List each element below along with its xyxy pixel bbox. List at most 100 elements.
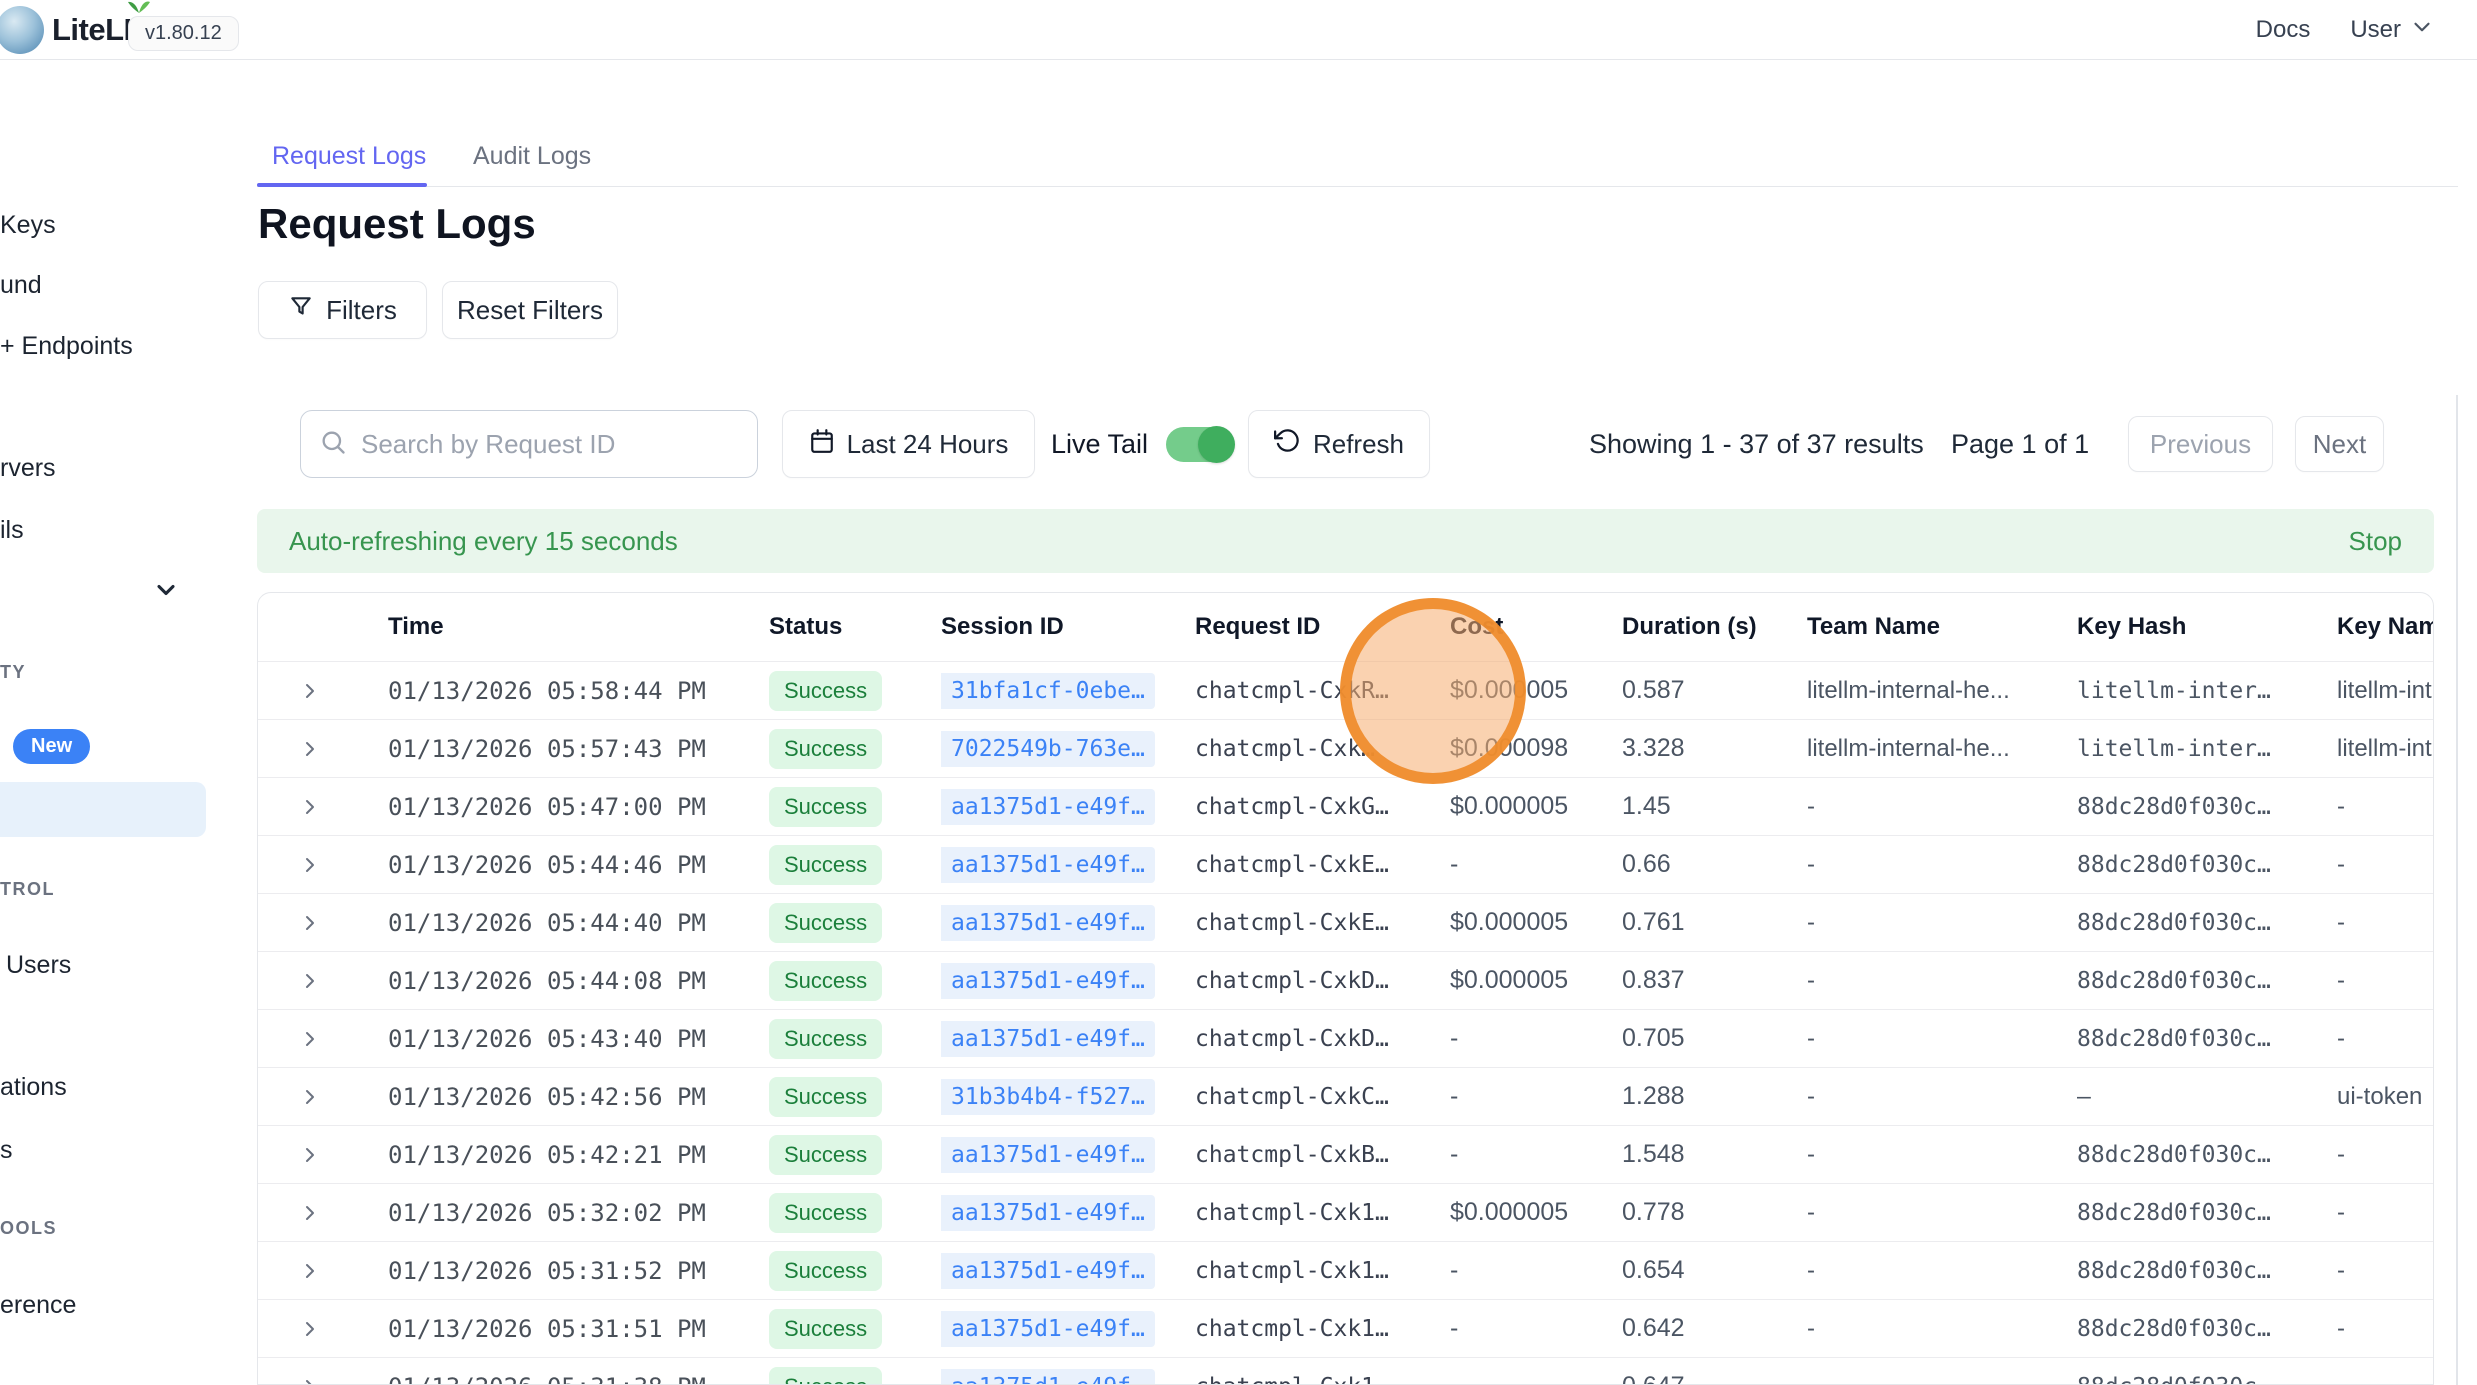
search-input[interactable]: [361, 429, 739, 460]
session-id-link[interactable]: 31bfa1cf-0ebe…: [941, 673, 1155, 709]
sidebar-item-organizations[interactable]: ations: [0, 1073, 67, 1102]
sidebar-item-keys[interactable]: Keys: [0, 211, 56, 240]
sidebar-item-playground[interactable]: und: [0, 271, 42, 300]
refresh-icon: [1274, 427, 1301, 461]
column-team-name: Team Name: [1807, 613, 2077, 641]
cell-session-id: aa1375d1-e49f…: [941, 789, 1195, 825]
table-row[interactable]: 01/13/2026 05:42:56 PM Success 31b3b4b4-…: [258, 1067, 2433, 1125]
previous-page-button[interactable]: Previous: [2128, 416, 2273, 472]
table-row[interactable]: 01/13/2026 05:31:51 PM Success aa1375d1-…: [258, 1299, 2433, 1357]
cell-team-name: litellm-internal-he...: [1807, 735, 2077, 763]
sidebar-item-guardrails[interactable]: ils: [0, 516, 24, 545]
cell-duration: 0.587: [1622, 676, 1807, 705]
sidebar-item-models-endpoints[interactable]: + Endpoints: [0, 332, 133, 361]
expand-row-icon[interactable]: [298, 737, 322, 761]
expand-row-icon[interactable]: [298, 1027, 322, 1051]
cell-cost: -: [1450, 1372, 1622, 1385]
session-id-link[interactable]: 7022549b-763e…: [941, 731, 1155, 767]
time-range-button[interactable]: Last 24 Hours: [782, 410, 1035, 478]
expand-row-icon[interactable]: [298, 1085, 322, 1109]
refresh-button[interactable]: Refresh: [1248, 410, 1430, 478]
filters-button[interactable]: Filters: [258, 281, 427, 339]
expand-row-icon[interactable]: [298, 1375, 322, 1385]
table-row[interactable]: 01/13/2026 05:58:44 PM Success 31bfa1cf-…: [258, 661, 2433, 719]
stop-auto-refresh-button[interactable]: Stop: [2349, 526, 2403, 557]
table-row[interactable]: 01/13/2026 05:44:46 PM Success aa1375d1-…: [258, 835, 2433, 893]
cell-cost: -: [1450, 1256, 1622, 1285]
session-id-link[interactable]: aa1375d1-e49f…: [941, 905, 1155, 941]
version-badge: v1.80.12: [128, 16, 239, 51]
session-id-link[interactable]: aa1375d1-e49f…: [941, 1137, 1155, 1173]
sidebar-item-api-reference[interactable]: erence: [0, 1291, 76, 1320]
status-badge: Success: [769, 1193, 882, 1233]
table-body: 01/13/2026 05:58:44 PM Success 31bfa1cf-…: [258, 661, 2433, 1385]
top-navbar: LiteLLM v1.80.12 Docs User: [0, 0, 2477, 60]
sidebar-item-teams[interactable]: s: [0, 1136, 13, 1165]
table-row[interactable]: 01/13/2026 05:57:43 PM Success 7022549b-…: [258, 719, 2433, 777]
cell-key-name: -: [2337, 793, 2434, 821]
cell-key-hash: 88dc28d0f030c…: [2077, 852, 2337, 878]
cell-time: 01/13/2026 05:31:38 PM: [388, 1373, 769, 1385]
expand-row-icon[interactable]: [298, 853, 322, 877]
cell-session-id: aa1375d1-e49f…: [941, 847, 1195, 883]
expand-row-icon[interactable]: [298, 969, 322, 993]
table-row[interactable]: 01/13/2026 05:31:52 PM Success aa1375d1-…: [258, 1241, 2433, 1299]
time-range-label: Last 24 Hours: [847, 429, 1009, 460]
session-id-link[interactable]: aa1375d1-e49f…: [941, 1253, 1155, 1289]
cell-cost: -: [1450, 1140, 1622, 1169]
cell-key-hash: litellm-inter…: [2077, 678, 2337, 704]
cell-duration: 0.642: [1622, 1314, 1807, 1343]
user-menu[interactable]: User: [2350, 14, 2435, 47]
expand-row-icon[interactable]: [298, 795, 322, 819]
cell-key-hash: –: [2077, 1084, 2337, 1110]
funnel-icon: [288, 294, 314, 327]
live-tail-toggle[interactable]: [1166, 427, 1232, 462]
cell-request-id: chatcmpl-CxkD…: [1195, 968, 1450, 994]
cell-time: 01/13/2026 05:58:44 PM: [388, 677, 769, 705]
sidebar-item-users[interactable]: Users: [6, 951, 71, 980]
session-id-link[interactable]: aa1375d1-e49f…: [941, 789, 1155, 825]
sidebar-item-logs-selected[interactable]: [0, 782, 206, 837]
cell-request-id: chatcmpl-Cxk1…: [1195, 1200, 1450, 1226]
cell-duration: 0.761: [1622, 908, 1807, 937]
cell-request-id: chatcmpl-Cxk1…: [1195, 1316, 1450, 1342]
cell-team-name: -: [1807, 1025, 2077, 1053]
table-row[interactable]: 01/13/2026 05:32:02 PM Success aa1375d1-…: [258, 1183, 2433, 1241]
cell-duration: 1.548: [1622, 1140, 1807, 1169]
cell-team-name: -: [1807, 793, 2077, 821]
reset-filters-button[interactable]: Reset Filters: [442, 281, 618, 339]
session-id-link[interactable]: 31b3b4b4-f527…: [941, 1079, 1155, 1115]
table-row[interactable]: 01/13/2026 05:31:38 PM Success aa1375d1-…: [258, 1357, 2433, 1385]
table-row[interactable]: 01/13/2026 05:47:00 PM Success aa1375d1-…: [258, 777, 2433, 835]
table-row[interactable]: 01/13/2026 05:44:40 PM Success aa1375d1-…: [258, 893, 2433, 951]
expand-row-icon[interactable]: [298, 1201, 322, 1225]
table-row[interactable]: 01/13/2026 05:44:08 PM Success aa1375d1-…: [258, 951, 2433, 1009]
scrollbar[interactable]: [2456, 395, 2458, 1385]
sidebar-collapse-chevron-icon[interactable]: [152, 576, 180, 609]
expand-row-icon[interactable]: [298, 1143, 322, 1167]
session-id-link[interactable]: aa1375d1-e49f…: [941, 963, 1155, 999]
expand-row-icon[interactable]: [298, 911, 322, 935]
user-menu-label: User: [2350, 16, 2401, 44]
sidebar-item-servers[interactable]: rvers: [0, 454, 56, 483]
expand-row-icon[interactable]: [298, 679, 322, 703]
table-row[interactable]: 01/13/2026 05:43:40 PM Success aa1375d1-…: [258, 1009, 2433, 1067]
cell-request-id: chatcmpl-Cxk…: [1195, 736, 1450, 762]
tab-request-logs[interactable]: Request Logs: [272, 142, 426, 171]
session-id-link[interactable]: aa1375d1-e49f…: [941, 1311, 1155, 1347]
cell-time: 01/13/2026 05:42:56 PM: [388, 1083, 769, 1111]
cell-request-id: chatcmpl-CxkB…: [1195, 1142, 1450, 1168]
status-badge: Success: [769, 1367, 882, 1385]
session-id-link[interactable]: aa1375d1-e49f…: [941, 1195, 1155, 1231]
sidebar: Keys und + Endpoints rvers ils TY New TR…: [0, 0, 207, 1385]
expand-row-icon[interactable]: [298, 1317, 322, 1341]
tab-audit-logs[interactable]: Audit Logs: [473, 142, 591, 171]
expand-row-icon[interactable]: [298, 1259, 322, 1283]
cell-time: 01/13/2026 05:32:02 PM: [388, 1199, 769, 1227]
session-id-link[interactable]: aa1375d1-e49f…: [941, 1021, 1155, 1057]
next-page-button[interactable]: Next: [2295, 416, 2384, 472]
docs-link[interactable]: Docs: [2256, 16, 2311, 44]
session-id-link[interactable]: aa1375d1-e49f…: [941, 847, 1155, 883]
session-id-link[interactable]: aa1375d1-e49f…: [941, 1369, 1155, 1385]
table-row[interactable]: 01/13/2026 05:42:21 PM Success aa1375d1-…: [258, 1125, 2433, 1183]
